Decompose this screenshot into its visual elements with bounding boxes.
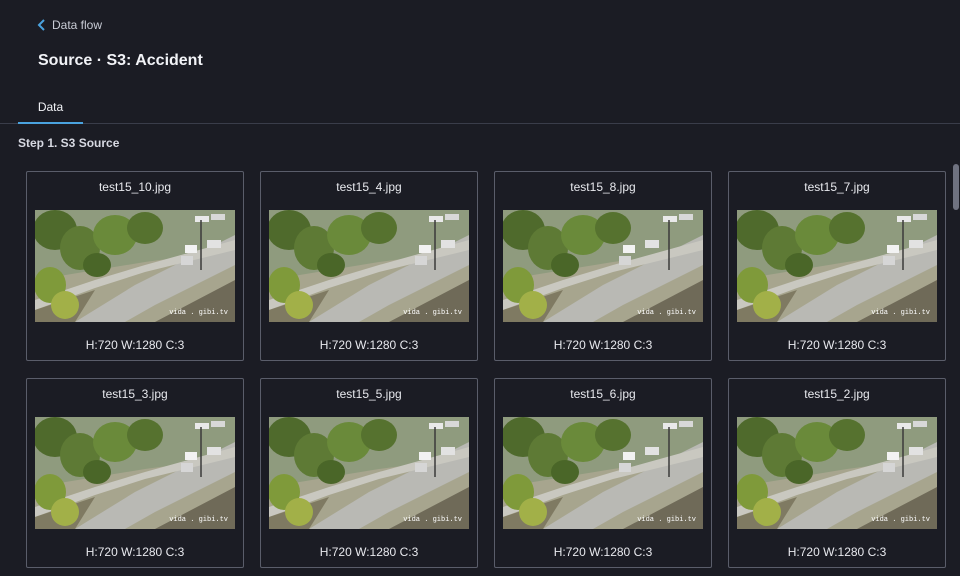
image-filename: test15_3.jpg [102, 387, 168, 401]
page: Data flow Source · S3: Accident Data Ste… [0, 0, 960, 576]
image-card[interactable]: test15_3.jpg vida . gibi.tv H:720 W:1280… [26, 378, 244, 568]
image-dimensions: H:720 W:1280 C:3 [553, 545, 653, 559]
image-grid: test15_10.jpg vida . gibi.tv H:720 W:128… [26, 171, 946, 568]
image-card[interactable]: test15_5.jpg vida . gibi.tv H:720 W:1280… [260, 378, 478, 568]
svg-text:vida . gibi.tv: vida . gibi.tv [403, 516, 462, 524]
back-link-label[interactable]: Data flow [52, 18, 102, 32]
image-dimensions: H:720 W:1280 C:3 [319, 338, 419, 352]
image-card[interactable]: test15_4.jpg vida . gibi.tv H:720 W:1280… [260, 171, 478, 361]
image-thumbnail[interactable]: vida . gibi.tv [35, 210, 235, 322]
scrollbar-track[interactable] [952, 160, 960, 576]
chevron-left-icon [37, 19, 45, 31]
image-card[interactable]: test15_7.jpg vida . gibi.tv H:720 W:1280… [728, 171, 946, 361]
image-thumbnail[interactable]: vida . gibi.tv [35, 417, 235, 529]
image-thumbnail[interactable]: vida . gibi.tv [269, 417, 469, 529]
image-dimensions: H:720 W:1280 C:3 [787, 545, 887, 559]
image-filename: test15_4.jpg [336, 180, 402, 194]
tab-data[interactable]: Data [18, 95, 83, 124]
image-card[interactable]: test15_10.jpg vida . gibi.tv H:720 W:128… [26, 171, 244, 361]
image-card[interactable]: test15_2.jpg vida . gibi.tv H:720 W:1280… [728, 378, 946, 568]
back-link[interactable]: Data flow [37, 18, 102, 32]
image-card[interactable]: test15_6.jpg vida . gibi.tv H:720 W:1280… [494, 378, 712, 568]
image-thumbnail[interactable]: vida . gibi.tv [503, 417, 703, 529]
image-filename: test15_10.jpg [98, 180, 172, 194]
tab-bar: Data [0, 95, 960, 124]
image-thumbnail[interactable]: vida . gibi.tv [737, 417, 937, 529]
svg-text:vida . gibi.tv: vida . gibi.tv [403, 309, 462, 317]
page-title: Source · S3: Accident [38, 52, 203, 69]
image-dimensions: H:720 W:1280 C:3 [85, 545, 185, 559]
image-filename: test15_8.jpg [570, 180, 636, 194]
image-filename: test15_7.jpg [804, 180, 870, 194]
image-dimensions: H:720 W:1280 C:3 [553, 338, 653, 352]
image-card[interactable]: test15_8.jpg vida . gibi.tv H:720 W:1280… [494, 171, 712, 361]
svg-text:vida . gibi.tv: vida . gibi.tv [871, 309, 930, 317]
image-dimensions: H:720 W:1280 C:3 [787, 338, 887, 352]
image-filename: test15_2.jpg [804, 387, 870, 401]
image-dimensions: H:720 W:1280 C:3 [85, 338, 185, 352]
svg-text:vida . gibi.tv: vida . gibi.tv [637, 309, 696, 317]
svg-text:vida . gibi.tv: vida . gibi.tv [637, 516, 696, 524]
svg-text:vida . gibi.tv: vida . gibi.tv [871, 516, 930, 524]
image-filename: test15_6.jpg [570, 387, 636, 401]
image-thumbnail[interactable]: vida . gibi.tv [503, 210, 703, 322]
svg-text:vida . gibi.tv: vida . gibi.tv [169, 516, 228, 524]
image-dimensions: H:720 W:1280 C:3 [319, 545, 419, 559]
scrollbar-thumb[interactable] [953, 164, 959, 210]
image-filename: test15_5.jpg [336, 387, 402, 401]
image-thumbnail[interactable]: vida . gibi.tv [269, 210, 469, 322]
svg-text:vida . gibi.tv: vida . gibi.tv [169, 309, 228, 317]
step-label: Step 1. S3 Source [18, 136, 120, 150]
image-thumbnail[interactable]: vida . gibi.tv [737, 210, 937, 322]
